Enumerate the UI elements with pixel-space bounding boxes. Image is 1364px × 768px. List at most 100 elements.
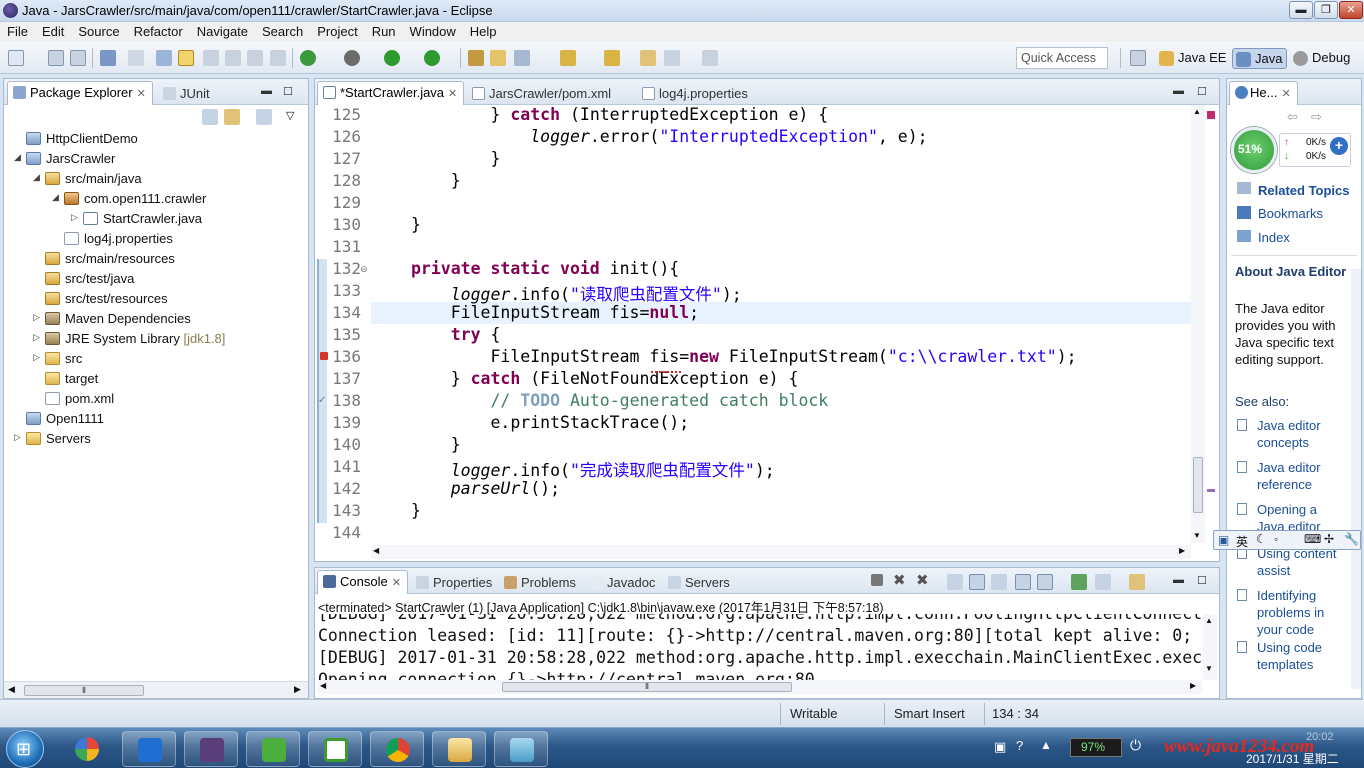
ime-toolbar[interactable]: ▣ 英 ☾ ◦ ⌨ ✢ 🔧	[1213, 530, 1361, 550]
moon-icon[interactable]: ☾	[1256, 532, 1267, 546]
clear-console-icon[interactable]	[947, 574, 963, 590]
tab-javadoc[interactable]: Javadoc	[585, 572, 661, 594]
link-related-topics[interactable]: Related Topics	[1258, 182, 1350, 199]
network-monitor-gauge[interactable]: 51%	[1231, 127, 1277, 173]
keyboard-icon[interactable]: ⌨	[1304, 532, 1321, 546]
code-line[interactable]: parseUrl();	[411, 479, 560, 501]
open-perspective-icon[interactable]	[1130, 50, 1146, 66]
code-line[interactable]: FileInputStream fis=null;	[411, 303, 699, 325]
maximize-icon[interactable]: ☐	[1197, 574, 1207, 587]
close-button[interactable]: ✕	[1339, 1, 1363, 19]
editor-horizontal-scrollbar[interactable]: ◀ ▶	[371, 545, 1191, 559]
expanded-arrow-icon[interactable]: ◢	[14, 152, 24, 163]
close-icon[interactable]: ✕	[448, 88, 457, 100]
menu-project[interactable]: Project	[310, 22, 364, 39]
link-bookmarks[interactable]: Bookmarks	[1258, 205, 1323, 222]
open-type-icon[interactable]	[156, 50, 172, 66]
show-on-stderr-icon[interactable]	[1037, 574, 1053, 590]
word-wrap-icon[interactable]	[991, 574, 1007, 590]
code-line[interactable]: e.printStackTrace();	[411, 413, 689, 435]
taskbar-app-wps[interactable]	[122, 731, 176, 767]
console-horizontal-scrollbar[interactable]: ◀ ⦀ ▶	[318, 680, 1202, 694]
collapsed-arrow-icon[interactable]: ▷	[33, 312, 43, 323]
chevron-down-icon[interactable]: ▽	[286, 109, 294, 122]
overview-marker[interactable]	[1207, 489, 1215, 492]
close-icon[interactable]: ✕	[137, 88, 146, 100]
minimize-button[interactable]: ▬	[1289, 1, 1313, 19]
code-line[interactable]: }	[411, 171, 461, 193]
clock-date[interactable]: 2017/1/31 星期二	[1246, 750, 1339, 767]
toggle-whitespace-icon[interactable]	[203, 50, 219, 66]
collapsed-arrow-icon[interactable]: ▷	[33, 332, 43, 343]
tab-problems[interactable]: Problems	[499, 572, 582, 594]
new-icon[interactable]	[8, 50, 24, 66]
tab-properties[interactable]: Properties	[411, 572, 498, 594]
see-also-link[interactable]: Identifying problems in your code	[1257, 587, 1341, 638]
tab-servers[interactable]: Servers	[663, 572, 736, 594]
code-line[interactable]: try {	[411, 325, 501, 347]
new-class-icon[interactable]	[514, 50, 530, 66]
start-button[interactable]: ⊞	[6, 730, 44, 768]
scroll-right-icon[interactable]: ▶	[1190, 681, 1196, 690]
ime-language-toggle[interactable]: 英	[1236, 533, 1248, 550]
punctuation-icon[interactable]: ◦	[1274, 532, 1278, 546]
block-selection-icon[interactable]	[225, 50, 241, 66]
close-icon[interactable]: ✕	[1281, 88, 1290, 100]
taskbar-app-1[interactable]	[60, 731, 114, 767]
collapsed-arrow-icon[interactable]: ▷	[71, 212, 81, 223]
display-console-icon[interactable]	[1095, 574, 1111, 590]
tab-package-explorer[interactable]: Package Explorer ✕	[7, 81, 153, 105]
scroll-down-icon[interactable]: ▼	[1205, 664, 1213, 673]
menu-search[interactable]: Search	[255, 22, 310, 39]
tab-junit[interactable]: JUnit	[158, 83, 216, 105]
status-insert-mode[interactable]: Smart Insert	[894, 706, 965, 721]
run-external-icon[interactable]	[424, 50, 440, 66]
scrollbar-thumb[interactable]	[1193, 457, 1203, 513]
menu-source[interactable]: Source	[71, 22, 126, 39]
console-output[interactable]: [DEBUG] 2017-01-31 20:58:28,022 method:o…	[318, 614, 1202, 680]
code-line[interactable]: }	[411, 149, 500, 171]
wrench-icon[interactable]: 🔧	[1344, 532, 1359, 546]
clock-time[interactable]: 20:02	[1306, 731, 1334, 743]
scroll-up-icon[interactable]: ▲	[1193, 107, 1201, 116]
code-line[interactable]: } catch (FileNotFoundException e) {	[411, 369, 799, 391]
open-console-icon[interactable]	[1129, 574, 1145, 590]
maximize-icon[interactable]: ☐	[283, 85, 293, 98]
collapsed-arrow-icon[interactable]: ▷	[33, 352, 43, 363]
scroll-up-icon[interactable]: ▲	[1205, 616, 1213, 625]
battery-indicator[interactable]: 97%	[1070, 738, 1122, 757]
forward-icon[interactable]: ⇨	[1311, 109, 1322, 125]
menu-navigate[interactable]: Navigate	[190, 22, 255, 39]
scroll-left-icon[interactable]: ◀	[320, 681, 326, 690]
code-line[interactable]: // TODO Auto-generated catch block	[411, 391, 828, 413]
see-also-link[interactable]: Using code templates	[1257, 639, 1341, 673]
add-icon[interactable]: +	[1330, 137, 1348, 155]
tray-ime-icon[interactable]: ▣	[994, 739, 1006, 755]
mark-occurrences-icon[interactable]	[178, 50, 194, 66]
maximize-icon[interactable]: ☐	[1197, 85, 1207, 98]
new-java-project-icon[interactable]	[468, 50, 484, 66]
tab-start-crawler-java[interactable]: *StartCrawler.java ✕	[317, 81, 465, 105]
save-icon[interactable]	[48, 50, 64, 66]
see-also-link[interactable]: Java editor reference	[1257, 459, 1341, 493]
power-plug-icon[interactable]: ⏻	[1130, 737, 1141, 754]
print-icon[interactable]	[100, 50, 116, 66]
minimize-icon[interactable]: ▬	[261, 85, 272, 97]
last-edit-location-icon[interactable]	[640, 50, 656, 66]
next-annotation-icon[interactable]	[560, 50, 576, 66]
taskbar-app-camtasia-2[interactable]	[308, 731, 362, 767]
skip-breakpoints-icon[interactable]	[128, 50, 144, 66]
tab-help[interactable]: He... ✕	[1229, 81, 1298, 105]
show-annotation-icon[interactable]	[247, 50, 263, 66]
terminate-icon[interactable]	[871, 574, 883, 586]
scroll-left-icon[interactable]: ◀	[373, 546, 379, 555]
scrollbar-thumb[interactable]: ⦀	[24, 685, 144, 696]
previous-annotation-icon[interactable]	[604, 50, 620, 66]
code-line[interactable]: FileInputStream fis=new FileInputStream(…	[411, 347, 1076, 369]
maximize-button[interactable]: ❐	[1314, 1, 1338, 19]
menu-refactor[interactable]: Refactor	[127, 22, 190, 39]
scroll-left-icon[interactable]: ◀	[8, 684, 15, 695]
menu-help[interactable]: Help	[463, 22, 504, 39]
show-on-stdout-icon[interactable]	[1015, 574, 1031, 590]
collapse-fold-icon[interactable]: ⊖	[360, 264, 368, 275]
